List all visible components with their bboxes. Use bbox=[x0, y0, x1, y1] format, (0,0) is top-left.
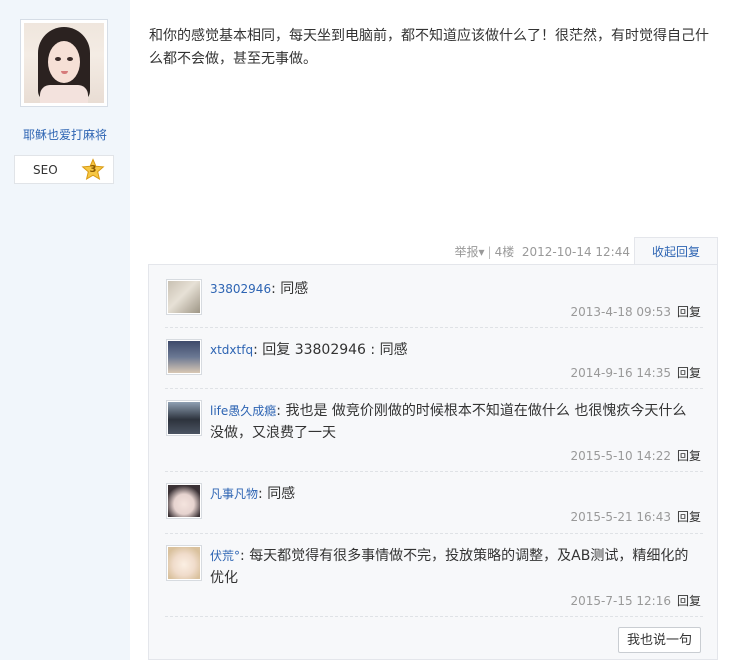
reply-list: 33802946: 同感 2013-4-18 09:53 回复 xtdxtfq: … bbox=[148, 264, 718, 660]
reply-item: xtdxtfq: 回复 33802946 : 同感 2014-9-16 14:3… bbox=[165, 328, 703, 389]
author-avatar[interactable] bbox=[20, 19, 108, 107]
post-timestamp: 2012-10-14 12:44 bbox=[521, 245, 630, 259]
reply-username[interactable]: xtdxtfq bbox=[210, 343, 253, 357]
reply-content: life愚久成瘾: 我也是 做竞价刚做的时候根本不知道在做什么 也很愧疚今天什么… bbox=[210, 403, 687, 441]
reply-text: 同感 bbox=[267, 486, 296, 502]
level-star-icon: 3 bbox=[81, 158, 105, 182]
avatar-image bbox=[24, 23, 104, 103]
reply-avatar[interactable] bbox=[166, 279, 202, 315]
reply-avatar[interactable] bbox=[166, 483, 202, 519]
reply-item: life愚久成瘾: 我也是 做竞价刚做的时候根本不知道在做什么 也很愧疚今天什么… bbox=[165, 389, 703, 472]
reply-content: xtdxtfq: 回复 33802946 : 同感 bbox=[210, 342, 408, 358]
reply-button[interactable]: 回复 bbox=[677, 366, 701, 380]
reply-avatar[interactable] bbox=[166, 545, 202, 581]
reply-text: 同感 bbox=[280, 281, 309, 297]
reply-button[interactable]: 回复 bbox=[677, 594, 701, 608]
reply-item: 凡事凡物: 同感 2015-5-21 16:43 回复 bbox=[165, 472, 703, 534]
reply-item: 伏荒°: 每天都觉得有很多事情做不完，投放策略的调整，及AB测试，精细化的优化 … bbox=[165, 534, 703, 617]
post-meta: 举报▾ | 4楼 2012-10-14 12:44 bbox=[454, 245, 630, 259]
post-tail-bar: 举报▾ | 4楼 2012-10-14 12:44 收起回复 bbox=[148, 237, 718, 265]
reply-time: 2015-7-15 12:16 bbox=[570, 594, 671, 608]
author-sidebar: 耶稣也爱打麻将 SEO 3 bbox=[0, 0, 130, 660]
level-number: 3 bbox=[89, 164, 97, 175]
forum-post-page: 耶稣也爱打麻将 SEO 3 和你的感觉基本相同，每天坐到电脑前，都不知道应该做什… bbox=[0, 0, 754, 660]
reply-time: 2015-5-21 16:43 bbox=[570, 510, 671, 524]
reply-username[interactable]: 33802946 bbox=[210, 282, 271, 296]
write-reply-button[interactable]: 我也说一句 bbox=[617, 627, 701, 653]
level-label: SEO bbox=[33, 163, 58, 177]
author-level-badge[interactable]: SEO 3 bbox=[14, 155, 114, 184]
reply-meta: 2013-4-18 09:53 回复 bbox=[570, 303, 701, 320]
collapse-replies-button[interactable]: 收起回复 bbox=[634, 237, 718, 265]
reply-content: 33802946: 同感 bbox=[210, 281, 309, 297]
reply-meta: 2014-9-16 14:35 回复 bbox=[570, 364, 701, 381]
author-name-link[interactable]: 耶稣也爱打麻将 bbox=[0, 126, 130, 143]
floor-number: 4楼 bbox=[494, 245, 515, 259]
reply-username[interactable]: 伏荒° bbox=[210, 549, 240, 563]
reply-time: 2013-4-18 09:53 bbox=[570, 305, 671, 319]
reply-button[interactable]: 回复 bbox=[677, 510, 701, 524]
reply-time: 2015-5-10 14:22 bbox=[570, 449, 671, 463]
report-link[interactable]: 举报▾ bbox=[454, 245, 484, 259]
reply-text: 回复 33802946 : 同感 bbox=[262, 342, 408, 358]
reply-avatar[interactable] bbox=[166, 400, 202, 436]
post-content: 和你的感觉基本相同，每天坐到电脑前，都不知道应该做什么了！很茫然，有时觉得自己什… bbox=[149, 28, 709, 67]
reply-button[interactable]: 回复 bbox=[677, 449, 701, 463]
reply-meta: 2015-5-21 16:43 回复 bbox=[570, 508, 701, 525]
reply-avatar[interactable] bbox=[166, 339, 202, 375]
reply-meta: 2015-7-15 12:16 回复 bbox=[570, 592, 701, 609]
reply-content: 伏荒°: 每天都觉得有很多事情做不完，投放策略的调整，及AB测试，精细化的优化 bbox=[210, 548, 689, 586]
chevron-down-icon: ▾ bbox=[478, 245, 485, 259]
reply-item: 33802946: 同感 2013-4-18 09:53 回复 bbox=[165, 265, 703, 328]
reply-text: 每天都觉得有很多事情做不完，投放策略的调整，及AB测试，精细化的优化 bbox=[210, 548, 689, 586]
reply-username[interactable]: 凡事凡物 bbox=[210, 487, 258, 501]
reply-content: 凡事凡物: 同感 bbox=[210, 486, 296, 502]
reply-meta: 2015-5-10 14:22 回复 bbox=[570, 447, 701, 464]
reply-username[interactable]: life愚久成瘾 bbox=[210, 404, 276, 418]
reply-time: 2014-9-16 14:35 bbox=[570, 366, 671, 380]
reply-button[interactable]: 回复 bbox=[677, 305, 701, 319]
